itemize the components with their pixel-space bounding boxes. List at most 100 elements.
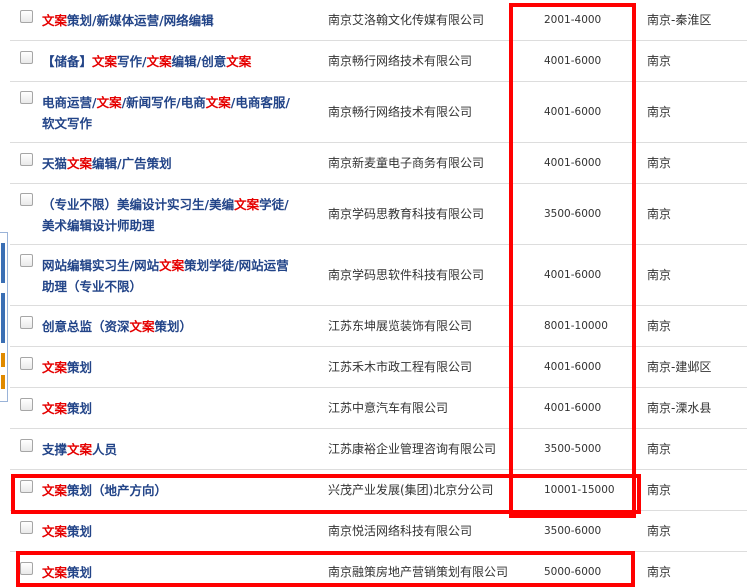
- title-keyword-highlight: 文案: [226, 54, 252, 69]
- company-name[interactable]: 南京新麦童电子商务有限公司: [328, 153, 518, 174]
- job-row: 网站编辑实习生/网站文案策划学徒/网站运营助理（专业不限） 南京学码思软件科技有限…: [10, 245, 747, 306]
- salary-range: 4001-6000: [544, 402, 602, 414]
- salary-range: 4001-6000: [544, 361, 602, 373]
- job-select-checkbox[interactable]: [20, 439, 33, 452]
- title-text: 创意总监（资深: [42, 319, 130, 334]
- company-name[interactable]: 南京悦活网络科技有限公司: [328, 521, 518, 542]
- salary-range: 4001-6000: [544, 55, 602, 67]
- salary-range: 3500-6000: [544, 525, 602, 537]
- title-text: 电商运营/: [42, 95, 97, 110]
- job-title-link[interactable]: 天猫文案编辑/广告策划: [42, 153, 292, 174]
- salary-range: 3500-5000: [544, 443, 602, 455]
- job-select-checkbox[interactable]: [20, 480, 33, 493]
- job-title-link[interactable]: 电商运营/文案/新闻写作/电商文案/电商客服/软文写作: [42, 92, 292, 134]
- title-keyword-highlight: 文案: [67, 442, 93, 457]
- title-text: 【储备】: [42, 54, 93, 69]
- company-name[interactable]: 南京艾洛翰文化传媒有限公司: [328, 10, 518, 31]
- job-select-checkbox[interactable]: [20, 193, 33, 206]
- company-name[interactable]: 江苏中意汽车有限公司: [328, 398, 518, 419]
- job-location: 南京-建邺区: [647, 360, 712, 374]
- job-row: （专业不限）美编设计实习生/美编文案学徒/美术编辑设计师助理 南京学码思教育科技有…: [10, 184, 747, 245]
- title-text: 人员: [92, 442, 118, 457]
- title-keyword-highlight: 文案: [205, 95, 231, 110]
- job-row: 文案策划 南京融策房地产营销策划有限公司 5000-6000 南京: [10, 552, 747, 587]
- title-text: 支撑: [42, 442, 68, 457]
- job-location: 南京: [647, 54, 672, 68]
- title-text: 策划（地产方向）: [67, 483, 168, 498]
- job-title-link[interactable]: 支撑文案人员: [42, 439, 292, 460]
- title-text: 策划: [67, 401, 93, 416]
- title-keyword-highlight: 文案: [92, 54, 118, 69]
- company-name[interactable]: 南京融策房地产营销策划有限公司: [328, 562, 518, 583]
- job-title-link[interactable]: 文案策划: [42, 562, 292, 583]
- job-location: 南京: [647, 319, 672, 333]
- title-keyword-highlight: 文案: [42, 360, 68, 375]
- job-location: 南京: [647, 442, 672, 456]
- salary-range: 4001-6000: [544, 157, 602, 169]
- job-select-checkbox[interactable]: [20, 357, 33, 370]
- title-keyword-highlight: 文案: [42, 483, 68, 498]
- company-name[interactable]: 江苏禾木市政工程有限公司: [328, 357, 518, 378]
- job-row: 天猫文案编辑/广告策划 南京新麦童电子商务有限公司 4001-6000 南京: [10, 143, 747, 184]
- job-row: 文案策划 江苏中意汽车有限公司 4001-6000 南京-溧水县: [10, 388, 747, 429]
- job-select-checkbox[interactable]: [20, 398, 33, 411]
- job-title-link[interactable]: 创意总监（资深文案策划）: [42, 316, 292, 337]
- job-select-checkbox[interactable]: [20, 254, 33, 267]
- title-text: 编辑/创意: [171, 54, 227, 69]
- job-row: 文案策划（地产方向） 兴茂产业发展(集团)北京分公司 10001-15000 南京: [10, 470, 747, 511]
- job-row: 文案策划 江苏禾木市政工程有限公司 4001-6000 南京-建邺区: [10, 347, 747, 388]
- title-keyword-highlight: 文案: [67, 156, 93, 171]
- job-select-checkbox[interactable]: [20, 521, 33, 534]
- job-title-link[interactable]: 文案策划: [42, 521, 292, 542]
- job-location: 南京-秦淮区: [647, 13, 712, 27]
- job-select-checkbox[interactable]: [20, 153, 33, 166]
- job-location: 南京: [647, 207, 672, 221]
- job-title-link[interactable]: 网站编辑实习生/网站文案策划学徒/网站运营助理（专业不限）: [42, 255, 292, 297]
- side-widget-bar: [1, 375, 5, 389]
- salary-range: 2001-4000: [544, 14, 602, 26]
- salary-range: 8001-10000: [544, 320, 608, 332]
- company-name[interactable]: 南京畅行网络技术有限公司: [328, 51, 518, 72]
- job-title-link[interactable]: 文案策划: [42, 398, 292, 419]
- salary-range: 5000-6000: [544, 566, 602, 578]
- company-name[interactable]: 南京学码思教育科技有限公司: [328, 204, 518, 225]
- job-select-checkbox[interactable]: [20, 316, 33, 329]
- job-title-link[interactable]: 文案策划（地产方向）: [42, 480, 292, 501]
- company-name[interactable]: 南京学码思软件科技有限公司: [328, 265, 518, 286]
- job-location: 南京-溧水县: [647, 401, 712, 415]
- job-location: 南京: [647, 105, 672, 119]
- floating-side-widget[interactable]: [0, 232, 8, 402]
- job-select-checkbox[interactable]: [20, 10, 33, 23]
- title-text: 编辑/广告策划: [92, 156, 172, 171]
- salary-range: 10001-15000: [544, 484, 615, 496]
- job-row: 文案策划 南京悦活网络科技有限公司 3500-6000 南京: [10, 511, 747, 552]
- job-select-checkbox[interactable]: [20, 51, 33, 64]
- title-keyword-highlight: 文案: [129, 319, 155, 334]
- title-keyword-highlight: 文案: [146, 54, 172, 69]
- title-keyword-highlight: 文案: [42, 13, 68, 28]
- job-title-link[interactable]: 文案策划/新媒体运营/网络编辑: [42, 10, 292, 31]
- salary-range: 4001-6000: [544, 269, 602, 281]
- job-location: 南京: [647, 268, 672, 282]
- job-title-link[interactable]: （专业不限）美编设计实习生/美编文案学徒/美术编辑设计师助理: [42, 194, 292, 236]
- title-text: 策划/新媒体运营/网络编辑: [67, 13, 214, 28]
- job-row: 支撑文案人员 江苏康裕企业管理咨询有限公司 3500-5000 南京: [10, 429, 747, 470]
- title-text: 策划: [67, 524, 93, 539]
- job-location: 南京: [647, 565, 672, 579]
- job-title-link[interactable]: 【储备】文案写作/文案编辑/创意文案: [42, 51, 292, 72]
- company-name[interactable]: 江苏东坤展览装饰有限公司: [328, 316, 518, 337]
- salary-range: 3500-6000: [544, 208, 602, 220]
- company-name[interactable]: 兴茂产业发展(集团)北京分公司: [328, 480, 518, 501]
- job-select-checkbox[interactable]: [20, 91, 33, 104]
- job-listing: 文案策划/新媒体运营/网络编辑 南京艾洛翰文化传媒有限公司 2001-4000 南京-…: [0, 0, 747, 587]
- side-widget-bar: [1, 353, 5, 367]
- company-name[interactable]: 南京畅行网络技术有限公司: [328, 102, 518, 123]
- job-location: 南京: [647, 483, 672, 497]
- side-widget-bar: [1, 293, 5, 343]
- salary-range: 4001-6000: [544, 106, 602, 118]
- job-select-checkbox[interactable]: [20, 562, 33, 575]
- company-name[interactable]: 江苏康裕企业管理咨询有限公司: [328, 439, 518, 460]
- job-title-link[interactable]: 文案策划: [42, 357, 292, 378]
- job-row: 创意总监（资深文案策划） 江苏东坤展览装饰有限公司 8001-10000 南京: [10, 306, 747, 347]
- title-keyword-highlight: 文案: [234, 197, 260, 212]
